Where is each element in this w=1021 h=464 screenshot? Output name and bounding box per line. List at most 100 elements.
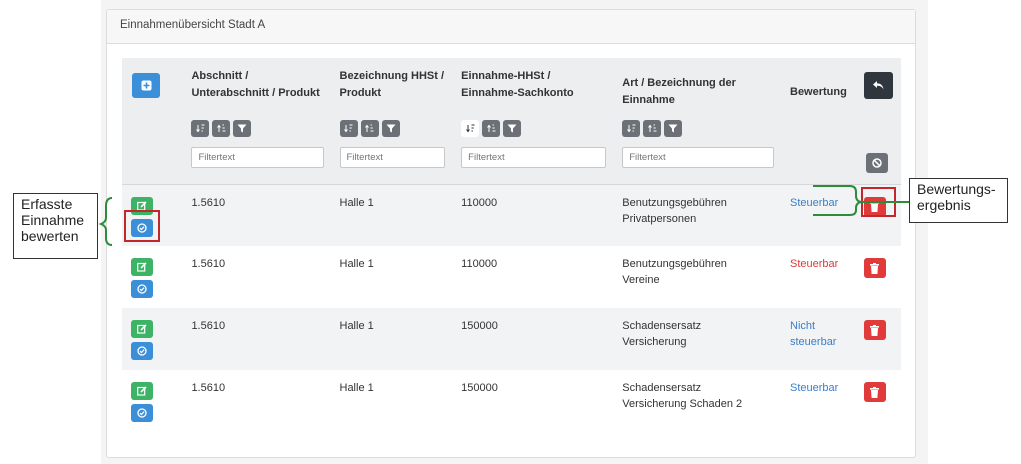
cell-bezeichnung: Halle 1 <box>339 320 374 332</box>
check-circle-icon <box>137 346 147 356</box>
sort-asc-button[interactable] <box>212 120 231 137</box>
add-cell <box>122 58 183 112</box>
filter-cell-abschnitt <box>183 112 331 184</box>
row-actions-cell <box>122 246 183 308</box>
sort-descending-icon <box>196 124 205 133</box>
income-table: Abschnitt / Unterabschnitt / Produkt Bez… <box>122 58 901 432</box>
sort-ascending-icon <box>217 124 226 132</box>
col-header-bezeichnung[interactable]: Bezeichnung HHSt / Produkt <box>332 58 454 112</box>
sort-desc-button[interactable] <box>339 120 358 137</box>
annotation-left-text: Erfasste Einnahme bewerten <box>21 196 85 244</box>
trash-icon <box>870 386 880 398</box>
cell-abschnitt: 1.5610 <box>191 382 226 394</box>
back-cell <box>856 58 901 112</box>
table-body: 1.5610 Halle 1 110000 Benutzungsgebühren… <box>122 184 901 432</box>
sort-desc-button-active[interactable] <box>461 120 480 137</box>
row-delete-cell <box>856 308 901 370</box>
sort-asc-button[interactable] <box>482 120 501 137</box>
filter-input-abschnitt[interactable] <box>191 147 324 168</box>
clear-filter-cell <box>856 112 901 184</box>
panel-title: Einnahmenübersicht Stadt A <box>107 10 915 44</box>
funnel-icon <box>386 124 395 133</box>
col-header-art[interactable]: Art / Bezeichnung der Einnahme <box>614 58 782 112</box>
annotation-left: Erfasste Einnahme bewerten <box>13 193 98 259</box>
sort-asc-button[interactable] <box>360 120 379 137</box>
filter-input-bezeichnung[interactable] <box>339 147 446 168</box>
delete-button[interactable] <box>863 258 886 278</box>
highlight-rate-button <box>124 210 160 242</box>
edit-button[interactable] <box>131 320 153 338</box>
filter-cell-art <box>614 112 782 184</box>
funnel-icon <box>668 124 678 133</box>
filter-button[interactable] <box>381 120 400 137</box>
cell-bezeichnung: Halle 1 <box>339 258 374 270</box>
col-header-bewertung[interactable]: Bewertung <box>782 58 856 112</box>
annotation-right-line2: ergebnis <box>917 197 971 213</box>
cell-art: Schadensersatz Versicherung Schaden 2 <box>622 382 743 410</box>
table-row: 1.5610 Halle 1 150000 Schadensersatz Ver… <box>122 308 901 370</box>
cell-hhst: 150000 <box>461 382 498 394</box>
rate-button[interactable] <box>131 404 153 422</box>
table-row: 1.5610 Halle 1 110000 Benutzungsgebühren… <box>122 246 901 308</box>
filter-button[interactable] <box>503 120 522 137</box>
cell-bewertung[interactable]: Nicht steuerbar <box>782 308 856 370</box>
sort-descending-icon <box>344 124 353 133</box>
add-button[interactable] <box>132 72 160 98</box>
income-panel: Einnahmenübersicht Stadt A Abschnitt / U… <box>106 9 916 458</box>
filter-button[interactable] <box>664 120 683 137</box>
rate-button[interactable] <box>131 342 153 360</box>
check-circle-icon <box>137 284 147 294</box>
check-circle-icon <box>137 408 147 418</box>
clear-filter-button[interactable] <box>865 153 888 173</box>
undo-arrow-icon <box>872 80 884 89</box>
cell-abschnitt: 1.5610 <box>191 320 226 332</box>
page: Einnahmenübersicht Stadt A Abschnitt / U… <box>0 0 1021 464</box>
sort-desc-button[interactable] <box>622 120 641 137</box>
cell-art: Benutzungsgebühren Privatpersonen <box>622 196 727 225</box>
filter-cell-hhst <box>453 112 614 184</box>
sort-desc-button[interactable] <box>191 120 210 137</box>
table-row: 1.5610 Halle 1 150000 Schadensersatz Ver… <box>122 370 901 432</box>
cell-abschnitt: 1.5610 <box>191 258 226 270</box>
highlight-delete-button <box>861 187 896 217</box>
trash-icon <box>870 262 880 274</box>
cell-bewertung[interactable]: Steuerbar <box>782 246 856 308</box>
sort-asc-button[interactable] <box>643 120 662 137</box>
edit-icon <box>137 386 147 396</box>
filter-button[interactable] <box>233 120 252 137</box>
row-actions-cell <box>122 370 183 432</box>
annotation-right: Bewertungs- ergebnis <box>909 178 1008 223</box>
table-row: 1.5610 Halle 1 110000 Benutzungsgebühren… <box>122 184 901 246</box>
annotation-right-line1: Bewertungs- <box>917 181 996 197</box>
sort-ascending-icon <box>647 124 657 132</box>
cell-bewertung[interactable]: Steuerbar <box>782 370 856 432</box>
sort-ascending-icon <box>365 124 374 132</box>
filter-cell-bezeichnung <box>332 112 454 184</box>
edit-button[interactable] <box>131 258 153 276</box>
delete-button[interactable] <box>863 320 886 340</box>
filter-row <box>122 112 901 184</box>
trash-icon <box>870 324 880 336</box>
filter-input-art[interactable] <box>622 147 774 168</box>
row-delete-cell <box>856 246 901 308</box>
cell-bewertung[interactable]: Steuerbar <box>782 184 856 246</box>
cell-art: Schadensersatz Versicherung <box>622 320 702 348</box>
back-button[interactable] <box>863 71 893 99</box>
funnel-icon <box>237 124 247 133</box>
edit-button[interactable] <box>131 382 153 400</box>
cell-hhst: 110000 <box>461 258 498 270</box>
table-header-row: Abschnitt / Unterabschnitt / Produkt Bez… <box>122 58 901 112</box>
sort-ascending-icon <box>486 124 496 132</box>
ban-icon <box>872 158 882 168</box>
edit-icon <box>137 262 147 272</box>
sort-descending-icon <box>465 124 475 133</box>
edit-icon <box>137 200 147 211</box>
sort-descending-icon <box>626 124 636 133</box>
cell-abschnitt: 1.5610 <box>191 196 226 209</box>
col-header-abschnitt[interactable]: Abschnitt / Unterabschnitt / Produkt <box>183 58 331 112</box>
rate-button[interactable] <box>131 280 153 298</box>
delete-button[interactable] <box>863 382 886 402</box>
plus-square-icon <box>141 80 151 90</box>
filter-input-hhst[interactable] <box>461 147 607 168</box>
col-header-hhst[interactable]: Einnahme-HHSt / Einnahme-Sachkonto <box>453 58 614 112</box>
